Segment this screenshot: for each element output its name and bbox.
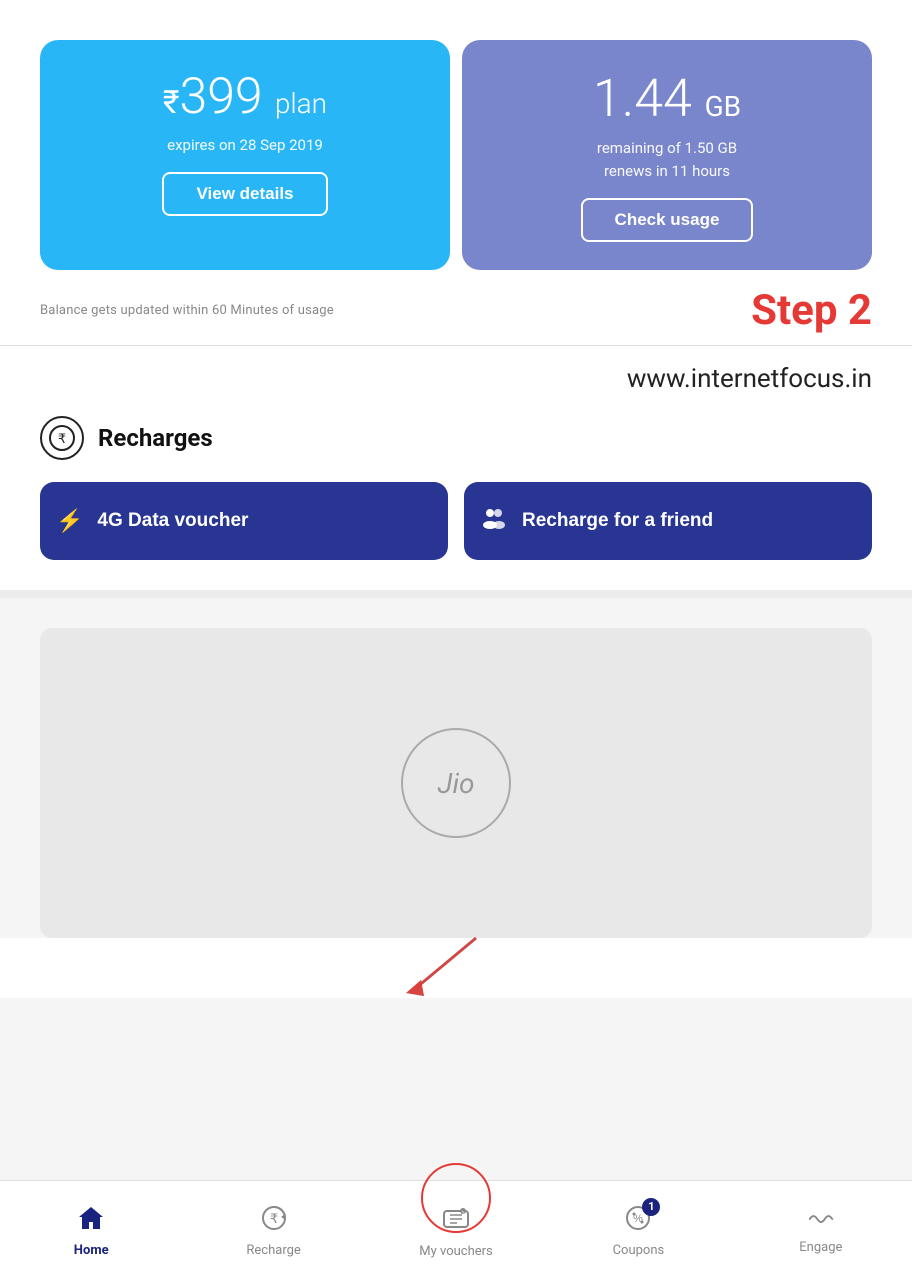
svg-text:₹: ₹: [269, 1211, 277, 1226]
svg-text:%: %: [462, 1209, 465, 1214]
nav-my-vouchers[interactable]: % My vouchers: [365, 1181, 547, 1280]
website-label: www.internetfocus.in: [627, 364, 872, 394]
data-info-line1: remaining of 1.50 GB: [597, 139, 737, 157]
recharges-section: ₹ Recharges ⚡ 4G Data voucher: [0, 398, 912, 590]
step-label: Step 2: [751, 286, 872, 335]
nav-recharge[interactable]: ₹ Recharge: [182, 1181, 364, 1280]
plan-expires: expires on 28 Sep 2019: [167, 136, 323, 154]
svg-text:₹: ₹: [58, 431, 66, 446]
recharge-for-friend-label: Recharge for a friend: [522, 510, 713, 532]
lightning-icon: ⚡: [56, 508, 83, 534]
balance-notice-row: Balance gets updated within 60 Minutes o…: [0, 270, 912, 346]
bottom-nav: Home ₹ Recharge % My vouchers: [0, 1180, 912, 1280]
plan-amount: 399: [179, 68, 262, 126]
recharges-title: Recharges: [98, 424, 213, 452]
website-label-row: www.internetfocus.in: [0, 346, 912, 398]
plan-word: plan: [275, 87, 327, 120]
plan-price-display: ₹399 plan: [163, 68, 327, 126]
data-amount: 1.44: [593, 68, 692, 129]
nav-engage-label: Engage: [799, 1240, 842, 1255]
annotation-area: [0, 938, 912, 998]
4g-data-voucher-label: 4G Data voucher: [97, 510, 248, 532]
jio-logo-text: Jio: [437, 767, 474, 800]
check-usage-button[interactable]: Check usage: [581, 198, 754, 242]
nav-coupons-label: Coupons: [613, 1243, 665, 1258]
jio-logo: Jio: [401, 728, 511, 838]
data-card: 1.44 GB remaining of 1.50 GB renews in 1…: [462, 40, 872, 270]
balance-notice-text: Balance gets updated within 60 Minutes o…: [40, 303, 334, 318]
nav-home-label: Home: [74, 1243, 109, 1258]
recharge-buttons: ⚡ 4G Data voucher Recharge for a friend: [40, 482, 872, 560]
data-unit: GB: [705, 90, 742, 123]
coupons-icon: % 1: [624, 1204, 652, 1239]
view-details-button[interactable]: View details: [162, 172, 327, 216]
coupons-badge: 1: [642, 1198, 660, 1216]
engage-icon: [806, 1206, 836, 1236]
nav-recharge-label: Recharge: [246, 1243, 300, 1258]
data-info: remaining of 1.50 GB renews in 11 hours: [597, 137, 737, 182]
home-icon: [77, 1204, 105, 1239]
jio-banner: Jio: [40, 628, 872, 938]
nav-engage[interactable]: Engage: [730, 1181, 912, 1280]
recharge-icon: ₹: [260, 1204, 288, 1239]
nav-home[interactable]: Home: [0, 1181, 182, 1280]
recharges-icon: ₹: [40, 416, 84, 460]
recharges-header: ₹ Recharges: [40, 416, 872, 460]
nav-my-vouchers-label: My vouchers: [419, 1244, 492, 1259]
4g-data-voucher-button[interactable]: ⚡ 4G Data voucher: [40, 482, 448, 560]
data-amount-display: 1.44 GB: [593, 68, 741, 129]
friends-icon: [480, 504, 508, 538]
section-divider: [0, 590, 912, 598]
vouchers-icon: %: [441, 1203, 471, 1240]
plan-card: ₹399 plan expires on 28 Sep 2019 View de…: [40, 40, 450, 270]
top-cards-section: ₹399 plan expires on 28 Sep 2019 View de…: [0, 0, 912, 270]
recharge-for-friend-button[interactable]: Recharge for a friend: [464, 482, 872, 560]
arrow-annotation: [396, 928, 516, 998]
rupee-symbol: ₹: [163, 83, 180, 121]
data-info-line2: renews in 11 hours: [604, 162, 730, 180]
nav-coupons[interactable]: % 1 Coupons: [547, 1181, 729, 1280]
